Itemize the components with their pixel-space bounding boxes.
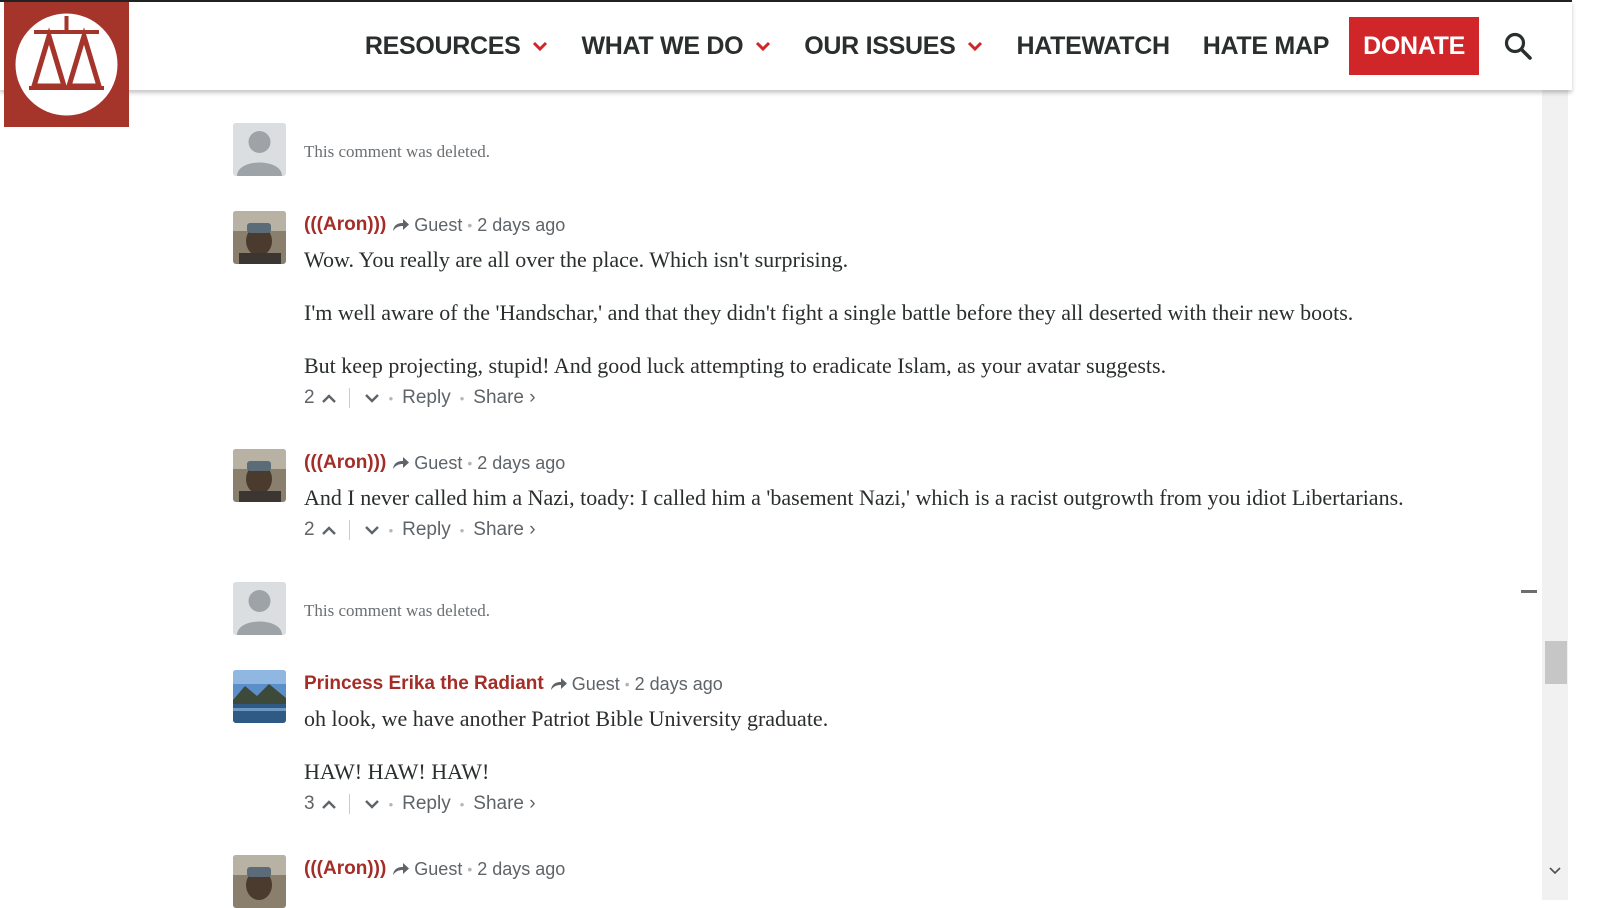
nav-resources-label: RESOURCES	[364, 31, 521, 60]
guest-label[interactable]: Guest	[414, 215, 462, 236]
reply-link[interactable]: Reply	[402, 519, 451, 541]
user-photo-icon	[233, 449, 286, 502]
comment-time[interactable]: 2 days ago	[635, 674, 723, 695]
nav-hatewatch[interactable]: HATEWATCH	[1016, 31, 1170, 61]
main-nav: RESOURCES WHAT WE DO OUR ISSUES HATEWATC…	[332, 16, 1534, 76]
comment-actions: 3 • Reply • Share ›	[304, 790, 1534, 818]
guest-label[interactable]: Guest	[414, 859, 462, 880]
comment-actions: 2 • Reply • Share ›	[304, 384, 1534, 412]
comment-paragraph: oh look, we have another Patriot Bible U…	[304, 706, 829, 731]
upvote-icon[interactable]	[321, 392, 337, 404]
vote-divider	[348, 520, 350, 540]
share-arrow-icon	[393, 219, 410, 231]
chevron-down-icon	[756, 41, 771, 51]
reply-link[interactable]: Reply	[402, 793, 451, 815]
scrollbar-thumb[interactable]	[1545, 641, 1567, 684]
meta-separator: •	[467, 861, 473, 877]
vote-count: 2	[304, 387, 315, 408]
comment-paragraph: And I never called him a Nazi, toady: I …	[304, 485, 1404, 510]
reply-link[interactable]: Reply	[402, 387, 451, 409]
action-separator: •	[388, 390, 394, 406]
action-separator: •	[459, 796, 465, 812]
avatar	[233, 123, 286, 176]
comment-time[interactable]: 2 days ago	[477, 859, 565, 880]
action-separator: •	[388, 522, 394, 538]
downvote-icon[interactable]	[364, 524, 380, 536]
search-button[interactable]	[1504, 31, 1534, 61]
avatar[interactable]	[233, 449, 286, 502]
default-user-icon	[233, 123, 286, 176]
page-scrollbar[interactable]	[1542, 0, 1568, 900]
collapse-thread-button[interactable]	[1521, 590, 1537, 593]
comment-time[interactable]: 2 days ago	[477, 215, 565, 236]
nav-hate-map[interactable]: HATE MAP	[1202, 31, 1330, 61]
site-header: RESOURCES WHAT WE DO OUR ISSUES HATEWATC…	[0, 0, 1572, 90]
comment-time[interactable]: 2 days ago	[477, 453, 565, 474]
site-logo[interactable]	[4, 2, 129, 127]
user-photo-icon	[233, 211, 286, 264]
share-arrow-icon	[550, 678, 567, 690]
scroll-down-icon[interactable]	[1549, 867, 1561, 875]
nav-what-we-do-label: WHAT WE DO	[581, 31, 744, 60]
share-arrow-icon	[393, 457, 410, 469]
comment-author[interactable]: (((Aron)))	[304, 858, 386, 880]
comment-paragraph: But keep projecting, stupid! And good lu…	[304, 353, 1167, 378]
downvote-icon[interactable]	[364, 798, 380, 810]
donate-button[interactable]: DONATE	[1349, 17, 1479, 75]
meta-separator: •	[467, 217, 473, 233]
nav-our-issues-label: OUR ISSUES	[804, 31, 956, 60]
deleted-comment-text: This comment was deleted.	[304, 142, 491, 161]
comment-author[interactable]: (((Aron)))	[304, 452, 386, 474]
downvote-icon[interactable]	[364, 392, 380, 404]
share-arrow-icon	[393, 863, 410, 875]
comment-author[interactable]: Princess Erika the Radiant	[304, 673, 544, 695]
guest-label[interactable]: Guest	[414, 453, 462, 474]
upvote-icon[interactable]	[321, 524, 337, 536]
nav-what-we-do[interactable]: WHAT WE DO	[581, 32, 771, 61]
action-separator: •	[459, 390, 465, 406]
avatar	[233, 582, 286, 635]
scales-of-justice-icon	[15, 13, 118, 116]
nav-hatewatch-label: HATEWATCH	[1016, 31, 1170, 60]
chevron-down-icon	[968, 41, 983, 51]
default-user-icon	[233, 582, 286, 635]
action-separator: •	[459, 522, 465, 538]
avatar[interactable]	[233, 670, 286, 723]
comment-paragraph: I'm well aware of the 'Handschar,' and t…	[304, 300, 1354, 325]
vote-divider	[348, 388, 350, 408]
chevron-down-icon	[533, 41, 548, 51]
nav-hate-map-label: HATE MAP	[1202, 31, 1330, 60]
vote-count: 3	[304, 793, 315, 814]
upvote-icon[interactable]	[321, 798, 337, 810]
user-photo-icon	[233, 855, 286, 908]
comment-actions: 2 • Reply • Share ›	[304, 516, 1534, 544]
guest-label[interactable]: Guest	[572, 674, 620, 695]
meta-separator: •	[624, 676, 630, 692]
comment-author[interactable]: (((Aron)))	[304, 214, 386, 236]
share-link[interactable]: Share ›	[473, 793, 535, 815]
vote-count: 2	[304, 519, 315, 540]
nav-our-issues[interactable]: OUR ISSUES	[804, 32, 983, 61]
share-link[interactable]: Share ›	[473, 519, 535, 541]
share-link[interactable]: Share ›	[473, 387, 535, 409]
deleted-comment-text: This comment was deleted.	[304, 601, 491, 620]
meta-separator: •	[467, 455, 473, 471]
comment-paragraph: HAW! HAW! HAW!	[304, 759, 490, 784]
search-icon	[1504, 32, 1532, 60]
comment-paragraph: Wow. You really are all over the place. …	[304, 247, 849, 272]
action-separator: •	[388, 796, 394, 812]
avatar[interactable]	[233, 855, 286, 908]
landscape-photo-icon	[233, 670, 286, 723]
vote-divider	[348, 794, 350, 814]
avatar[interactable]	[233, 211, 286, 264]
nav-resources[interactable]: RESOURCES	[365, 32, 549, 61]
